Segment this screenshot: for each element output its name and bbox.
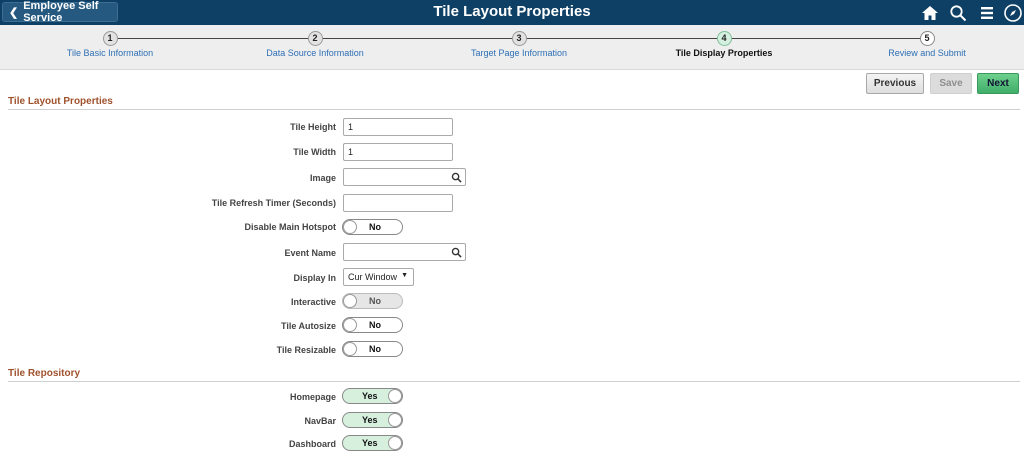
toggle-state: No: [369, 296, 381, 306]
resizable-label: Tile Resizable: [276, 345, 336, 355]
refresh-timer-input[interactable]: [343, 194, 453, 212]
dashboard-label: Dashboard: [288, 439, 336, 449]
step-4-current: 4 Tile Display Properties: [624, 31, 824, 58]
homepage-toggle[interactable]: Yes: [342, 388, 403, 404]
step-label[interactable]: Tile Basic Information: [10, 48, 210, 58]
toggle-state: No: [369, 222, 381, 232]
step-label: Tile Display Properties: [675, 48, 773, 58]
toggle-knob: [388, 389, 402, 403]
interactive-label: Interactive: [290, 297, 336, 307]
refresh-timer-label: Tile Refresh Timer (Seconds): [211, 198, 336, 208]
disable-hotspot-toggle[interactable]: No: [342, 219, 403, 235]
autosize-label: Tile Autosize: [280, 321, 336, 331]
next-button[interactable]: Next: [977, 73, 1019, 94]
disable-hotspot-label: Disable Main Hotspot: [244, 222, 336, 232]
step-train: 1 Tile Basic Information 2 Data Source I…: [0, 25, 1024, 70]
image-input[interactable]: [343, 168, 466, 186]
tile-width-input[interactable]: 1: [343, 143, 453, 161]
navbar-label: NavBar: [304, 416, 336, 426]
step-number: 5: [919, 31, 935, 46]
toggle-state: Yes: [362, 438, 378, 448]
image-label: Image: [309, 173, 336, 183]
event-name-label: Event Name: [284, 248, 336, 258]
step-3[interactable]: 3 Target Page Information: [419, 31, 619, 58]
event-name-input[interactable]: [343, 243, 466, 261]
navbar-toggle[interactable]: Yes: [342, 412, 403, 428]
search-icon[interactable]: [948, 3, 968, 23]
display-in-select[interactable]: Cur Window ▼: [343, 268, 414, 286]
toggle-knob: [343, 294, 357, 308]
step-5[interactable]: 5 Review and Submit: [827, 31, 1024, 58]
toggle-knob: [343, 220, 357, 234]
dropdown-caret-icon: ▼: [401, 272, 408, 279]
section-tile-layout-properties: Tile Layout Properties: [8, 96, 1020, 110]
save-button[interactable]: Save: [930, 73, 972, 94]
section-tile-repository: Tile Repository: [8, 368, 1020, 382]
step-number: 3: [511, 31, 527, 46]
display-in-label: Display In: [293, 273, 336, 283]
autosize-toggle[interactable]: No: [342, 317, 403, 333]
toggle-knob: [343, 342, 357, 356]
display-in-value: Cur Window: [348, 272, 398, 282]
step-number: 2: [307, 31, 323, 46]
home-icon[interactable]: [920, 3, 940, 23]
toggle-state: No: [369, 320, 381, 330]
tile-height-label: Tile Height: [290, 122, 336, 132]
page-header: ❮ Employee Self Service Tile Layout Prop…: [0, 0, 1024, 25]
step-number: 4: [716, 31, 732, 46]
toggle-state: Yes: [362, 415, 378, 425]
homepage-label: Homepage: [289, 392, 336, 402]
toggle-knob: [343, 318, 357, 332]
toggle-state: Yes: [362, 391, 378, 401]
step-2[interactable]: 2 Data Source Information: [215, 31, 415, 58]
dashboard-toggle[interactable]: Yes: [342, 435, 403, 451]
page-title: Tile Layout Properties: [433, 3, 591, 20]
step-1[interactable]: 1 Tile Basic Information: [10, 31, 210, 58]
lookup-search-icon[interactable]: [451, 172, 462, 183]
tile-width-label: Tile Width: [293, 147, 336, 157]
previous-button[interactable]: Previous: [866, 73, 924, 94]
navbar-compass-icon[interactable]: [1003, 3, 1023, 23]
step-number: 1: [102, 31, 118, 46]
menu-icon[interactable]: [977, 3, 997, 23]
toggle-knob: [388, 436, 402, 450]
step-label[interactable]: Data Source Information: [215, 48, 415, 58]
interactive-toggle: No: [342, 293, 403, 309]
tile-height-input[interactable]: 1: [343, 118, 453, 136]
step-label[interactable]: Review and Submit: [827, 48, 1024, 58]
lookup-search-icon[interactable]: [451, 247, 462, 258]
step-label[interactable]: Target Page Information: [419, 48, 619, 58]
toggle-knob: [388, 413, 402, 427]
toggle-state: No: [369, 344, 381, 354]
resizable-toggle[interactable]: No: [342, 341, 403, 357]
